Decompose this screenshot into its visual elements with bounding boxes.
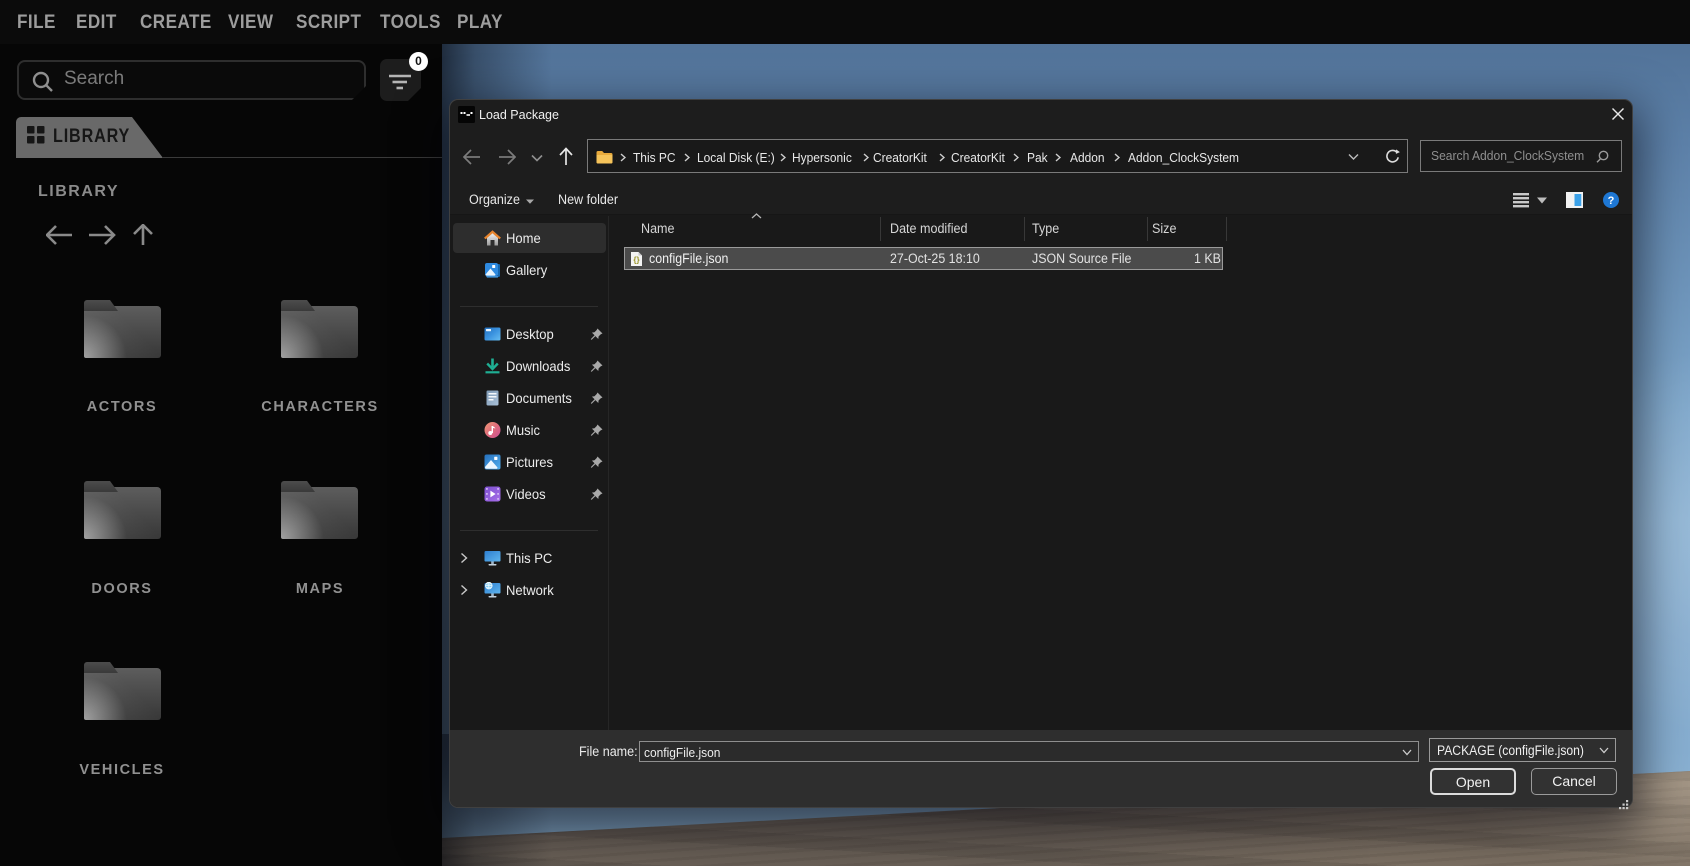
svg-text:?: ?	[1608, 195, 1615, 207]
svg-text:{}: {}	[633, 256, 639, 265]
